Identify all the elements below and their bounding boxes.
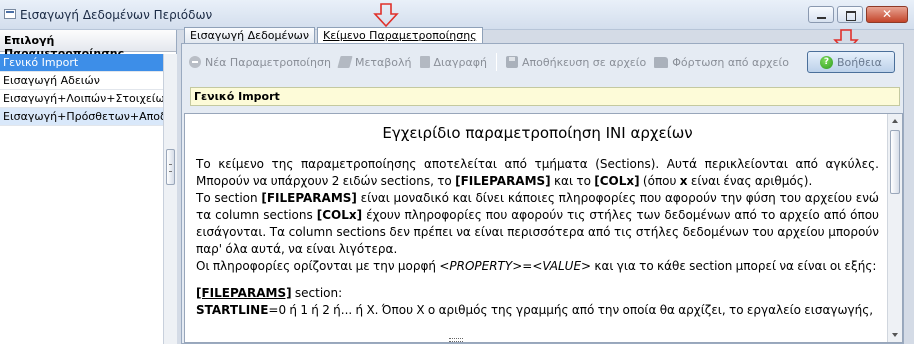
close-icon: ✕ [881,7,893,21]
button-label: Βοήθεια [836,55,882,69]
tab-parametrization-text[interactable]: Κείμενο Παραμετροποίησης [316,27,483,44]
button-label: Φόρτωση από αρχείο [672,55,789,69]
close-button[interactable]: ✕ [866,6,908,23]
window-controls: ✕ [808,6,908,23]
parametrization-list: Γενικό Import Εισαγωγή Αδειών Εισαγωγή+Λ… [0,54,163,344]
tab-strip: Εισαγωγή Δεδομένων Κείμενο Παραμετροποίη… [184,27,485,44]
parametrization-text-panel: Νέα Παραμετροποίηση Μεταβολή Διαγραφή Απ… [181,43,904,344]
list-item[interactable]: Γενικό Import [0,54,163,72]
toolbar: Νέα Παραμετροποίηση Μεταβολή Διαγραφή Απ… [185,48,897,76]
window-title: Εισαγωγή Δεδομένων Περιόδων [20,8,213,22]
list-scrollbar[interactable] [163,54,177,344]
delete-button[interactable]: Διαγραφή [416,51,491,73]
help-button[interactable]: ? Βοήθεια [806,51,895,73]
list-item[interactable]: Εισαγωγή Αδειών [0,72,163,90]
save-icon [505,56,518,68]
pencil-icon [337,56,353,68]
scrollbar-thumb[interactable] [890,130,900,194]
scroll-down-icon[interactable] [888,328,903,342]
new-parametrization-button[interactable]: Νέα Παραμετροποίηση [185,51,335,73]
trash-icon [419,56,430,68]
scroll-up-icon[interactable] [888,114,903,128]
document-text[interactable]: Εγχειρίδιο παραμετροποίηση INI αρχείων Τ… [185,114,888,342]
load-from-file-button[interactable]: Φόρτωση από αρχείο [650,51,793,73]
button-label: Νέα Παραμετροποίηση [205,55,331,69]
section-heading: [FILEPARAMS] section: [196,286,343,300]
app-icon [4,9,16,19]
button-label: Μεταβολή [354,55,412,69]
list-item[interactable]: Εισαγωγή+Πρόσθετων+Αποδοχών [0,108,163,126]
button-label: Αποθήκευση σε αρχείο [521,55,647,69]
paragraph: Το section [FILEPARAMS] είναι μοναδικό κ… [196,191,879,256]
document-scrollbar[interactable] [887,114,902,342]
parametrization-text-area[interactable]: Εγχειρίδιο παραμετροποίηση INI αρχείων Τ… [184,113,903,343]
document-title: Εγχειρίδιο παραμετροποίηση INI αρχείων [382,124,693,142]
minimize-button[interactable] [808,6,834,23]
panel-header: Επιλογή Παραμετροποίησης [0,30,176,60]
scrollbar-thumb[interactable] [166,149,175,185]
toolbar-separator [495,53,497,71]
selected-parametrization-field: Γενικό Import [190,87,900,106]
paragraph: Το κείμενο της παραμετροποίησης αποτελεί… [196,157,879,188]
paragraph: STARTLINE=0 ή 1 ή 2 ή... ή X. Όπου X ο α… [196,303,874,317]
tab-data-import[interactable]: Εισαγωγή Δεδομένων [184,27,315,43]
maximize-button[interactable] [837,6,863,23]
list-item[interactable]: Εισαγωγή+Λοιπών+Στοιχείων [0,90,163,108]
new-icon [189,56,201,68]
button-label: Διαγραφή [433,55,487,69]
paragraph: Οι πληροφορίες ορίζονται με την μορφή <P… [196,259,877,273]
annotation-arrow-icon [373,2,399,28]
parametrization-selector-panel: Επιλογή Παραμετροποίησης Γενικό Import Ε… [0,30,177,344]
resize-grip-icon[interactable] [449,336,463,342]
title-bar: Εισαγωγή Δεδομένων Περιόδων ✕ [0,0,914,30]
help-icon: ? [819,55,833,69]
edit-button[interactable]: Μεταβολή [335,51,416,73]
folder-icon [654,56,669,68]
save-to-file-button[interactable]: Αποθήκευση σε αρχείο [502,51,650,73]
